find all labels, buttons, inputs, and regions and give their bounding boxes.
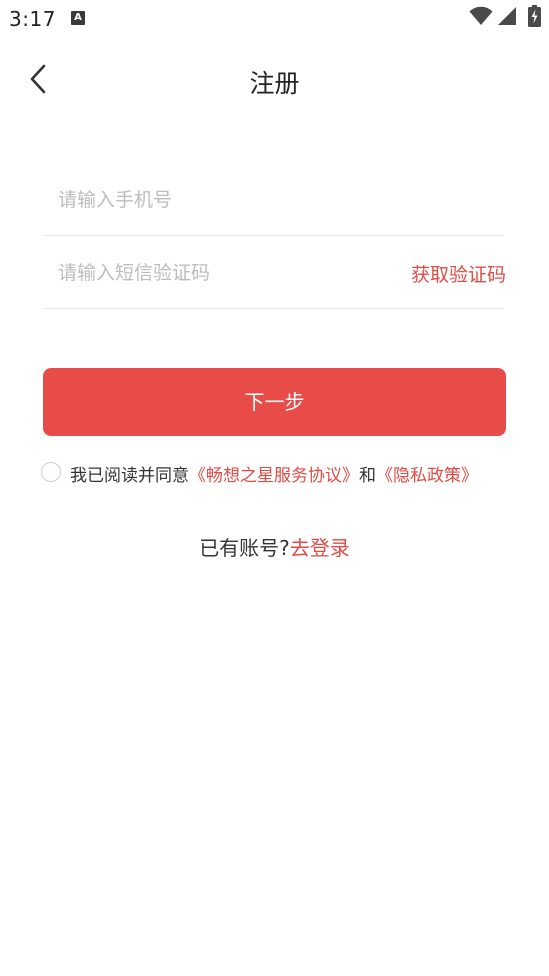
- agreement-prefix: 我已阅读并同意: [70, 466, 189, 486]
- login-prompt-text: 已有账号?: [199, 536, 290, 560]
- status-bar: 3:17 A: [0, 0, 549, 38]
- login-prompt: 已有账号?去登录: [0, 532, 549, 561]
- page-title: 注册: [249, 69, 300, 98]
- signal-icon: [498, 7, 516, 25]
- agreement-text: 我已阅读并同意《畅想之星服务协议》和《隐私政策》: [70, 461, 478, 486]
- phone-field: [44, 163, 504, 236]
- privacy-policy-link[interactable]: 《隐私政策》: [376, 466, 478, 486]
- wifi-icon: [469, 6, 493, 25]
- service-agreement-link[interactable]: 《畅想之星服务协议》: [189, 466, 359, 486]
- phone-input[interactable]: [58, 185, 378, 215]
- sms-code-field: 获取验证码: [44, 236, 506, 309]
- status-time: 3:17: [9, 7, 56, 31]
- login-link[interactable]: 去登录: [290, 536, 350, 560]
- agreement-connector: 和: [359, 466, 376, 486]
- battery-charging-icon: [528, 5, 541, 27]
- next-button[interactable]: 下一步: [43, 368, 506, 436]
- header: 注册: [0, 50, 549, 110]
- notification-a-icon: A: [71, 11, 85, 25]
- agreement-row: 我已阅读并同意《畅想之星服务协议》和《隐私政策》: [40, 460, 540, 486]
- agree-checkbox[interactable]: [41, 462, 61, 482]
- sms-code-input[interactable]: [58, 258, 378, 288]
- get-code-button[interactable]: 获取验证码: [411, 260, 506, 287]
